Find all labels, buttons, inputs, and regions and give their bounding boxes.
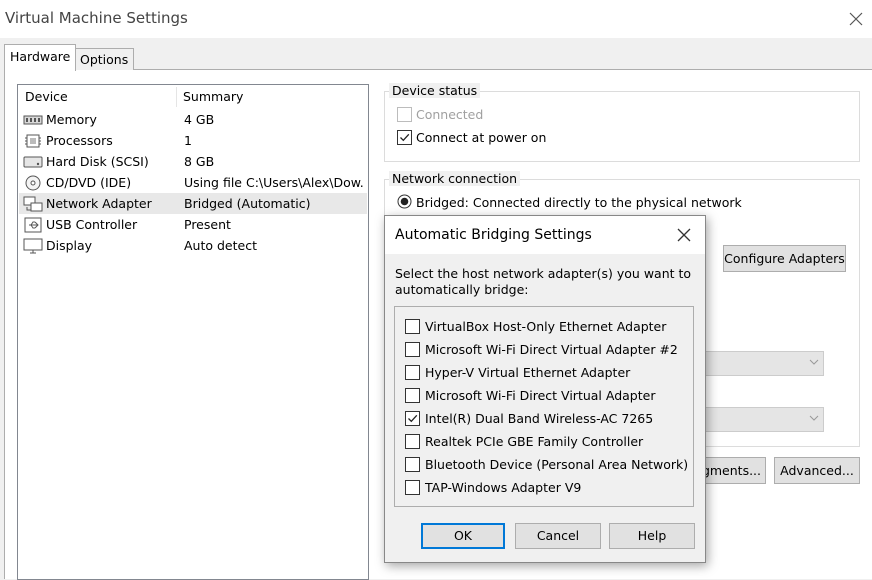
chevron-down-icon — [809, 356, 819, 371]
device-name: Network Adapter — [46, 196, 152, 211]
tab-hardware[interactable]: Hardware — [4, 44, 77, 71]
adapter-list[interactable]: VirtualBox Host-Only Ethernet Adapter Mi… — [394, 306, 694, 507]
device-status-title: Device status — [389, 83, 481, 98]
network-adapter-icon — [23, 196, 43, 212]
device-summary: 8 GB — [184, 154, 215, 169]
adapter-checkbox[interactable] — [405, 319, 420, 334]
close-icon[interactable] — [675, 226, 693, 244]
window-titlebar: Virtual Machine Settings — [0, 0, 872, 38]
device-name: USB Controller — [46, 217, 138, 232]
device-row-processors[interactable]: Processors 1 — [19, 130, 367, 151]
adapter-label: Microsoft Wi-Fi Direct Virtual Adapter — [425, 388, 656, 403]
device-name: Hard Disk (SCSI) — [46, 154, 149, 169]
device-summary: Bridged (Automatic) — [184, 196, 311, 211]
display-icon — [23, 238, 43, 254]
column-header-device[interactable]: Device — [25, 89, 68, 104]
connected-label: Connected — [416, 107, 484, 122]
connect-at-power-on-checkbox[interactable] — [397, 130, 412, 145]
hard-disk-icon — [23, 154, 43, 170]
device-row-display[interactable]: Display Auto detect — [19, 235, 367, 256]
device-row-memory[interactable]: Memory 4 GB — [19, 109, 367, 130]
help-button[interactable]: Help — [609, 523, 695, 549]
device-row-usb-controller[interactable]: USB Controller Present — [19, 214, 367, 235]
adapter-label: Bluetooth Device (Personal Area Network) — [425, 457, 689, 472]
dialog-instruction: Select the host network adapter(s) you w… — [395, 266, 692, 297]
device-summary: Using file C:\Users\Alex\Dow... — [184, 175, 364, 190]
connected-checkbox[interactable] — [397, 107, 412, 122]
adapter-label: Hyper-V Virtual Ethernet Adapter — [425, 365, 631, 380]
device-row-hard-disk[interactable]: Hard Disk (SCSI) 8 GB — [19, 151, 367, 172]
processor-icon — [23, 133, 43, 149]
device-name: Processors — [46, 133, 113, 148]
device-summary: Auto detect — [184, 238, 257, 253]
usb-controller-icon — [23, 217, 43, 233]
ok-button[interactable]: OK — [421, 523, 505, 549]
adapter-checkbox[interactable] — [405, 457, 420, 472]
device-summary: 4 GB — [184, 112, 215, 127]
adapter-label: Realtek PCIe GBE Family Controller — [425, 434, 644, 449]
close-icon[interactable] — [846, 9, 866, 29]
adapter-checkbox[interactable] — [405, 480, 420, 495]
adapter-label: Intel(R) Dual Band Wireless-AC 7265 — [425, 411, 654, 426]
adapter-checkbox[interactable] — [405, 388, 420, 403]
bridged-label: Bridged: Connected directly to the physi… — [416, 195, 742, 210]
network-connection-title: Network connection — [389, 171, 521, 186]
window-title: Virtual Machine Settings — [5, 9, 188, 27]
column-separator[interactable] — [176, 87, 177, 107]
automatic-bridging-dialog: Automatic Bridging Settings Select the h… — [384, 215, 706, 563]
dialog-titlebar: Automatic Bridging Settings — [385, 216, 705, 254]
lan-segments-label: gments... — [701, 463, 761, 478]
device-row-network-adapter[interactable]: Network Adapter Bridged (Automatic) — [19, 193, 367, 214]
adapter-checkbox[interactable] — [405, 342, 420, 357]
adapter-label: VirtualBox Host-Only Ethernet Adapter — [425, 319, 667, 334]
adapter-checkbox[interactable] — [405, 434, 420, 449]
adapter-checkbox[interactable] — [405, 411, 420, 426]
custom-network-combo[interactable] — [700, 351, 824, 376]
connect-at-power-on-label: Connect at power on — [416, 130, 547, 145]
device-name: Display — [46, 238, 93, 253]
advanced-button[interactable]: Advanced... — [774, 457, 860, 484]
lan-segment-combo[interactable] — [700, 407, 824, 432]
device-list[interactable]: Device Summary Memory 4 GB Processors 1 … — [17, 84, 369, 580]
device-summary: 1 — [184, 133, 192, 148]
memory-icon — [23, 112, 43, 128]
cd-dvd-icon — [23, 175, 43, 191]
dialog-title: Automatic Bridging Settings — [395, 227, 592, 243]
column-header-summary[interactable]: Summary — [183, 89, 243, 104]
check-icon — [408, 414, 418, 423]
adapter-checkbox[interactable] — [405, 365, 420, 380]
device-name: CD/DVD (IDE) — [46, 175, 132, 190]
device-name: Memory — [46, 112, 97, 127]
tab-options[interactable]: Options — [74, 48, 135, 70]
chevron-down-icon — [809, 412, 819, 427]
configure-adapters-button[interactable]: Configure Adapters — [723, 245, 846, 272]
device-row-cd-dvd[interactable]: CD/DVD (IDE) Using file C:\Users\Alex\Do… — [19, 172, 367, 193]
device-summary: Present — [184, 217, 231, 232]
bridged-radio[interactable] — [397, 194, 412, 209]
adapter-label: TAP-Windows Adapter V9 — [425, 480, 582, 495]
device-status-group — [384, 91, 860, 162]
adapter-label: Microsoft Wi-Fi Direct Virtual Adapter #… — [425, 342, 678, 357]
cancel-button[interactable]: Cancel — [515, 523, 601, 549]
